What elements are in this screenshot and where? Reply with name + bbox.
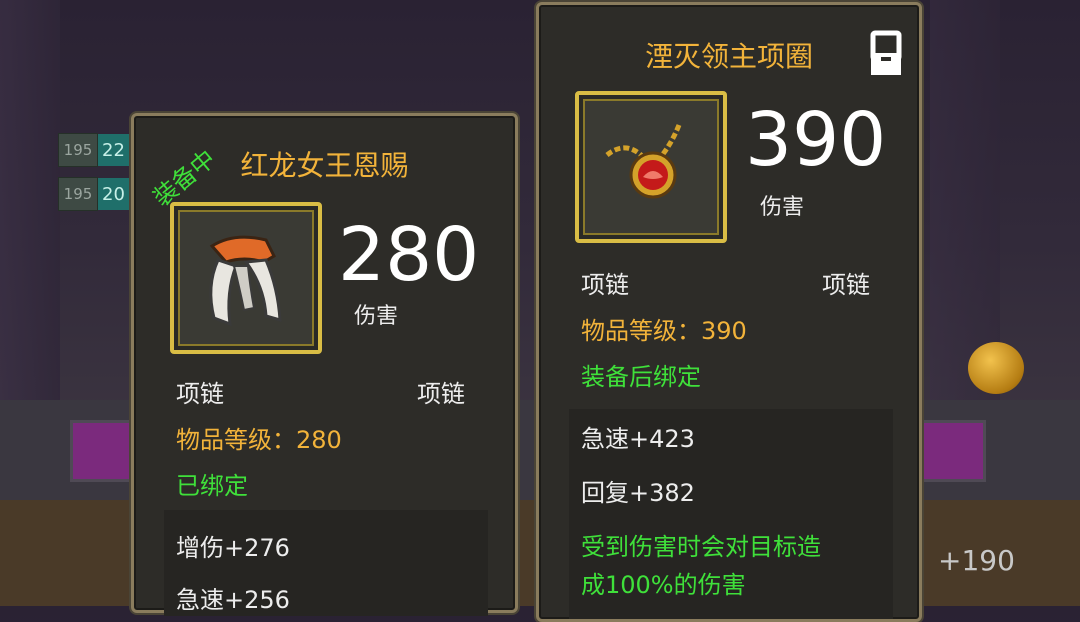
- item-title: 红龙女王恩赐: [240, 149, 409, 182]
- claw-glove-icon: [209, 235, 282, 327]
- party-member-badge: 195 20: [58, 176, 132, 212]
- lock-icon[interactable]: [869, 29, 903, 81]
- hp-value: 22: [98, 134, 132, 166]
- compare-item-card: 湮灭领主项圈 390 伤害 项链 项链 物品等级：390 装备后绑定 急速+42…: [536, 2, 922, 622]
- damage-label: 伤害: [760, 195, 805, 220]
- stat-line: 急速+423: [581, 425, 695, 453]
- item-level: 物品等级：280: [176, 426, 342, 454]
- reward-number: +190: [938, 544, 1015, 577]
- bind-status: 装备后绑定: [581, 363, 701, 391]
- coin-icon[interactable]: [968, 342, 1024, 394]
- stat-line: 增伤+276: [176, 534, 290, 562]
- item-icon-frame[interactable]: [575, 91, 727, 243]
- slot-type-left: 项链: [581, 271, 629, 299]
- effect-line: 受到伤害时会对目标造: [581, 533, 821, 561]
- bind-status: 已绑定: [176, 472, 248, 500]
- slot-type-right: 项链: [822, 271, 870, 299]
- amulet-icon: [605, 124, 682, 199]
- item-icon-frame[interactable]: [170, 202, 322, 354]
- stat-line: 急速+256: [176, 586, 290, 614]
- item-title: 湮灭领主项圈: [644, 40, 813, 73]
- level-badge: 195: [58, 177, 98, 211]
- level-badge: 195: [58, 133, 98, 167]
- slot-type-right: 项链: [417, 380, 465, 408]
- item-level: 物品等级：390: [581, 317, 747, 345]
- equipped-item-card: 装备中 红龙女王恩赐 280 伤害 项链 项链 物品等级：280 已绑定 增伤+…: [131, 113, 518, 616]
- damage-value: 280: [338, 212, 480, 298]
- party-member-badge: 195 22: [58, 132, 132, 168]
- stat-line: 回复+382: [581, 479, 695, 507]
- damage-value: 390: [745, 97, 887, 183]
- hp-value: 20: [98, 178, 132, 210]
- effect-line: 成100%的伤害: [581, 571, 746, 599]
- damage-label: 伤害: [354, 304, 399, 329]
- slot-type-left: 项链: [176, 380, 224, 408]
